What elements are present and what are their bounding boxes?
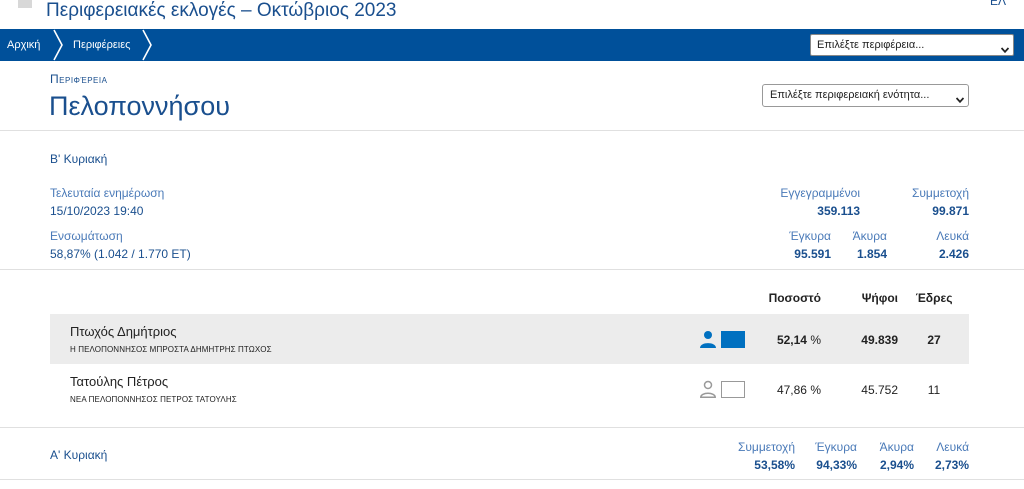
breadcrumb-regions[interactable]: Περιφέρειες — [73, 29, 130, 61]
round-a-turnout-label: Συμμετοχή — [737, 440, 795, 454]
invalid-label: Άκυρα — [852, 229, 887, 243]
col-header-seats: Έδρες — [915, 291, 953, 305]
region-name: Πελοποννήσου — [49, 91, 230, 121]
invalid-value: 1.854 — [856, 247, 887, 261]
percent-value: 47,86 % — [776, 383, 821, 397]
divider — [0, 479, 1024, 480]
seat-box-icon — [721, 331, 745, 348]
breadcrumb-home[interactable]: Αρχική — [7, 29, 40, 61]
round-a-turnout-value: 53,58% — [754, 458, 795, 472]
round-b-title: Β' Κυριακή — [50, 152, 108, 166]
candidate-name: Πτωχός Δημήτριος — [70, 324, 177, 339]
last-update-value: 15/10/2023 19:40 — [50, 204, 144, 218]
seats-value: 11 — [927, 383, 941, 397]
round-a-title[interactable]: Α' Κυριακή — [50, 448, 107, 462]
site-header: Περιφερειακές εκλογές – Οκτώβριος 2023 Ε… — [0, 0, 1024, 29]
regional-unit-select[interactable]: Επιλέξτε περιφερειακή ενότητα... — [762, 84, 969, 107]
registered-value: 359.113 — [817, 204, 860, 218]
round-a-valid-label: Έγκυρα — [815, 440, 857, 454]
chevron-down-icon — [955, 91, 965, 104]
region-select-value: Επιλέξτε περιφέρεια... — [817, 39, 925, 51]
divider — [0, 269, 1024, 270]
person-icon — [699, 380, 717, 398]
registered-label: Εγγεγραμμένοι — [780, 186, 860, 200]
table-row[interactable]: Πτωχός Δημήτριος Η ΠΕΛΟΠΟΝΝΗΣΟΣ ΜΠΡΟΣΤΑ … — [50, 314, 969, 364]
party-name: ΝΕΑ ΠΕΛΟΠΟΝΝΗΣΟΣ ΠΕΤΡΟΣ ΤΑΤΟΥΛΗΣ — [70, 395, 237, 404]
divider — [0, 427, 1024, 428]
party-name: Η ΠΕΛΟΠΟΝΝΗΣΟΣ ΜΠΡΟΣΤΑ ΔΗΜΗΤΡΗΣ ΠΤΩΧΟΣ — [70, 345, 272, 354]
region-label: Περιφέρεια — [50, 72, 108, 86]
site-title[interactable]: Περιφερειακές εκλογές – Οκτώβριος 2023 — [46, 0, 396, 22]
chevron-right-icon — [140, 29, 154, 61]
site-logo[interactable] — [18, 0, 32, 8]
col-header-votes: Ψήφοι — [861, 291, 898, 305]
candidate-name: Τατούλης Πέτρος — [70, 374, 169, 389]
integration-value: 58,87% (1.042 / 1.770 ΕΤ) — [50, 247, 191, 261]
chevron-right-icon — [51, 29, 65, 61]
turnout-value: 99.871 — [932, 204, 969, 218]
table-row[interactable]: Τατούλης Πέτρος ΝΕΑ ΠΕΛΟΠΟΝΝΗΣΟΣ ΠΕΤΡΟΣ … — [50, 364, 969, 414]
person-icon — [699, 330, 717, 348]
regional-unit-select-value: Επιλέξτε περιφερειακή ενότητα... — [770, 89, 930, 101]
turnout-label: Συμμετοχή — [911, 186, 969, 200]
last-update-label: Τελευταία ενημέρωση — [50, 186, 165, 200]
integration-label: Ενσωμάτωση — [50, 229, 123, 243]
percent-value: 52,14 % — [776, 333, 821, 347]
votes-value: 45.752 — [861, 383, 898, 397]
region-select[interactable]: Επιλέξτε περιφέρεια... — [810, 34, 1014, 56]
chevron-down-icon — [1000, 41, 1010, 54]
round-a-valid-value: 94,33% — [816, 458, 857, 472]
valid-value: 95.591 — [794, 247, 831, 261]
language-switch[interactable]: ΕΛ — [990, 0, 1006, 8]
col-header-percent: Ποσοστό — [768, 291, 821, 305]
divider — [0, 130, 1024, 131]
round-a-blank-value: 2,73% — [934, 458, 969, 472]
blank-value: 2.426 — [938, 247, 969, 261]
round-a-blank-label: Λευκά — [936, 440, 969, 454]
round-a-invalid-label: Άκυρα — [879, 440, 914, 454]
votes-value: 49.839 — [861, 333, 898, 347]
seat-box-icon — [721, 381, 745, 398]
blank-label: Λευκά — [936, 229, 969, 243]
seats-value: 27 — [927, 333, 941, 347]
valid-label: Έγκυρα — [789, 229, 831, 243]
round-a-invalid-value: 2,94% — [879, 458, 914, 472]
